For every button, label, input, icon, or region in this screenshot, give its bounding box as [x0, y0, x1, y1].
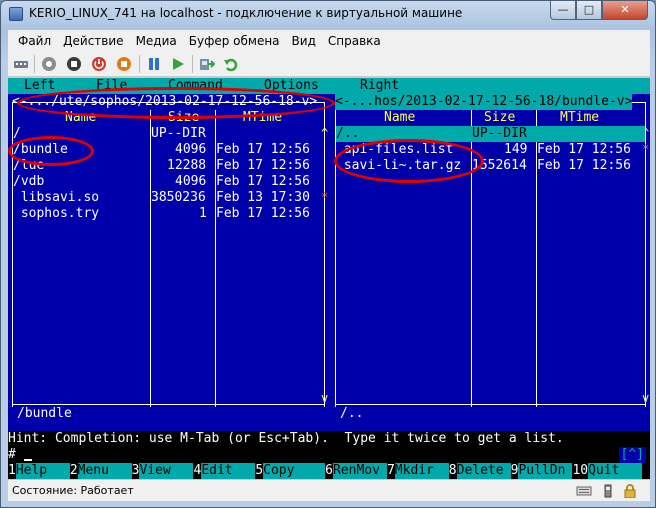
toolbar: [8, 51, 650, 77]
mc-menu-file[interactable]: File: [96, 78, 127, 94]
right-minibar: /..: [340, 406, 364, 421]
mc-menu-command[interactable]: Command: [168, 78, 223, 94]
table-row[interactable]: sophos.try 1 Feb 17 12:56: [13, 206, 324, 222]
history-button[interactable]: [^]: [618, 447, 646, 463]
f5-copy-button[interactable]: 5 Copy: [255, 463, 326, 479]
ctrl-alt-del-icon[interactable]: [13, 56, 29, 72]
mc-menu-left[interactable]: Left: [24, 78, 55, 94]
play-icon[interactable]: [170, 56, 186, 72]
usb-icon: [600, 484, 616, 498]
right-panel-path[interactable]: <-...hos/2013-02-17-12-56-18/bundle-v>: [335, 94, 633, 110]
f9-pulldn-button[interactable]: 9 PullDn: [510, 463, 573, 479]
f2-menu-button[interactable]: 2 Menu: [69, 463, 132, 479]
vm-connection-icon: [9, 7, 23, 21]
right-column-headers: Name Size MTime: [336, 110, 645, 126]
window-title: KERIO_LINUX_741 на localhost - подключен…: [29, 6, 463, 20]
f10-quit-button[interactable]: 10 Quit: [572, 463, 643, 479]
f8-delete-button[interactable]: 8 Delete: [448, 463, 511, 479]
function-key-bar: 1 Help 2 Menu 3 View 4 Edit 5 Copy 6 RenMov 7M…: [8, 463, 650, 479]
table-row[interactable]: libsavi.so 3850236 Feb 13 17:30: [13, 190, 324, 206]
command-prompt[interactable]: # [^]: [8, 447, 650, 463]
left-col-name[interactable]: Name: [65, 110, 96, 126]
status-bar: Состояние: Работает: [8, 479, 650, 501]
turn-off-icon[interactable]: [66, 56, 82, 72]
right-panel[interactable]: <-...hos/2013-02-17-12-56-18/bundle-v> N…: [331, 94, 650, 421]
title-bar[interactable]: KERIO_LINUX_741 на localhost - подключен…: [1, 1, 655, 29]
table-row[interactable]: / UP--DIR: [13, 126, 324, 142]
snapshot-icon[interactable]: [199, 56, 215, 72]
menu-media[interactable]: Медиа: [130, 34, 183, 48]
minimize-button[interactable]: —: [550, 1, 576, 20]
keyboard-icon: [576, 484, 592, 498]
start-icon[interactable]: [41, 56, 57, 72]
left-col-size[interactable]: Size: [168, 110, 199, 126]
right-col-name[interactable]: Name: [384, 110, 415, 126]
hint-line: Hint: Completion: use M-Tab (or Esc+Tab)…: [8, 431, 650, 447]
table-row[interactable]: api-files.list 149 Feb 17 12:56: [336, 142, 645, 158]
menu-action[interactable]: Действие: [57, 34, 129, 48]
revert-icon[interactable]: [223, 56, 239, 72]
left-panel[interactable]: <-.../ute/sophos/2013-02-17-12-56-18-v> …: [8, 94, 329, 421]
close-button[interactable]: ✕: [602, 1, 648, 20]
maximize-button[interactable]: □: [576, 1, 602, 20]
f3-view-button[interactable]: 3 View: [131, 463, 194, 479]
menu-bar: Файл Действие Медиа Буфер обмена Вид Спр…: [8, 30, 650, 51]
f4-edit-button[interactable]: 4 Edit: [193, 463, 256, 479]
left-minibar: /bundle: [17, 406, 72, 421]
table-row-selected[interactable]: /.. UP--DIR: [336, 126, 645, 142]
f6-renmov-button[interactable]: 6 RenMov: [325, 463, 387, 479]
table-row[interactable]: /bundle 4096 Feb 17 12:56: [13, 142, 324, 158]
status-text: Состояние: Работает: [12, 484, 134, 497]
save-icon[interactable]: [116, 56, 132, 72]
left-column-headers: Name Size MTime: [13, 110, 324, 126]
pause-icon[interactable]: [146, 56, 162, 72]
table-row[interactable]: /lue 12288 Feb 17 12:56: [13, 158, 324, 174]
table-row[interactable]: savi-li~.tar.gz 1552614 Feb 17 12:56: [336, 158, 645, 174]
vm-console[interactable]: Left File Command Options Right <-.../ut…: [8, 78, 650, 479]
left-panel-path[interactable]: <-.../ute/sophos/2013-02-17-12-56-18-v>: [12, 94, 317, 110]
f1-help-button[interactable]: 1 Help: [8, 463, 70, 479]
lock-icon: [622, 484, 638, 499]
shutdown-icon[interactable]: [91, 56, 107, 72]
right-col-mtime[interactable]: MTime: [560, 110, 599, 126]
text-cursor: [24, 459, 32, 461]
left-col-mtime[interactable]: MTime: [243, 110, 282, 126]
mc-top-menu: Left File Command Options Right: [8, 78, 650, 94]
menu-view[interactable]: Вид: [286, 34, 322, 48]
table-row[interactable]: /vdb 4096 Feb 17 12:56: [13, 174, 324, 190]
menu-help[interactable]: Справка: [322, 34, 387, 48]
mc-menu-options[interactable]: Options: [264, 78, 319, 94]
mc-menu-right[interactable]: Right: [360, 78, 399, 94]
menu-clipboard[interactable]: Буфер обмена: [183, 34, 286, 48]
right-col-size[interactable]: Size: [484, 110, 515, 126]
vm-window: KERIO_LINUX_741 на localhost - подключен…: [0, 0, 656, 508]
f7-mkdir-button[interactable]: 7 Mkdir: [386, 463, 449, 479]
menu-file[interactable]: Файл: [12, 34, 57, 48]
